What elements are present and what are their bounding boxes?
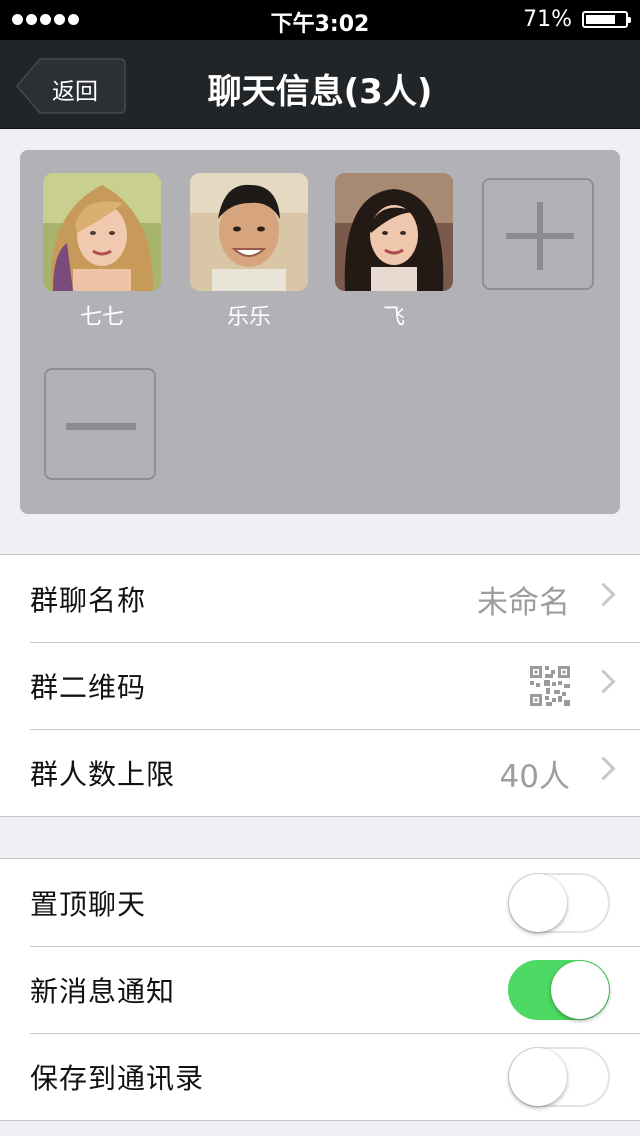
- save-to-contacts-toggle[interactable]: [508, 1047, 610, 1107]
- battery-percent: 71%: [523, 7, 572, 32]
- member-name: 乐乐: [226, 305, 271, 330]
- row-label: 群二维码: [30, 671, 147, 704]
- navigation-bar: 返回 聊天信息(3人): [0, 40, 640, 129]
- member-lele[interactable]: 乐乐: [190, 173, 308, 331]
- pin-chat-row: 置顶聊天: [0, 859, 640, 946]
- members-panel: 七七 乐乐 飞: [20, 150, 620, 514]
- notification-row: 新消息通知: [0, 946, 640, 1033]
- row-label: 置顶聊天: [30, 888, 147, 921]
- avatar: [335, 173, 453, 291]
- row-label: 新消息通知: [30, 975, 176, 1008]
- group-limit-value: 40人: [499, 759, 570, 795]
- save-to-contacts-row: 保存到通讯录: [0, 1033, 640, 1120]
- member-qiqi[interactable]: 七七: [43, 173, 161, 331]
- row-label: 群聊名称: [30, 584, 147, 617]
- chat-settings-section: 置顶聊天 新消息通知 保存到通讯录: [0, 858, 640, 1121]
- chevron-right-icon: [591, 756, 616, 781]
- group-qr-row[interactable]: 群二维码: [0, 642, 640, 729]
- status-bar: 下午3:02 71%: [0, 0, 640, 40]
- page-title: 聊天信息(3人): [207, 72, 433, 112]
- group-info-section: 群聊名称 未命名 群二维码 群人数上限 40人: [0, 554, 640, 817]
- member-name: 七七: [79, 305, 124, 330]
- avatar: [190, 173, 308, 291]
- remove-member-button[interactable]: [44, 368, 156, 480]
- pin-chat-toggle[interactable]: [508, 873, 610, 933]
- member-name: 飞: [382, 305, 405, 330]
- group-name-row[interactable]: 群聊名称 未命名: [0, 555, 640, 642]
- battery-icon: [582, 11, 631, 28]
- member-fei[interactable]: 飞: [335, 173, 453, 331]
- group-limit-row[interactable]: 群人数上限 40人: [0, 729, 640, 816]
- qr-code-icon: [530, 666, 570, 706]
- chevron-right-icon: [591, 582, 616, 607]
- chevron-right-icon: [591, 669, 616, 694]
- group-name-value: 未命名: [477, 585, 570, 621]
- row-label: 群人数上限: [30, 758, 176, 791]
- row-label: 保存到通讯录: [30, 1062, 205, 1095]
- avatar: [43, 173, 161, 291]
- notification-toggle[interactable]: [508, 960, 610, 1020]
- add-member-button[interactable]: [482, 178, 594, 290]
